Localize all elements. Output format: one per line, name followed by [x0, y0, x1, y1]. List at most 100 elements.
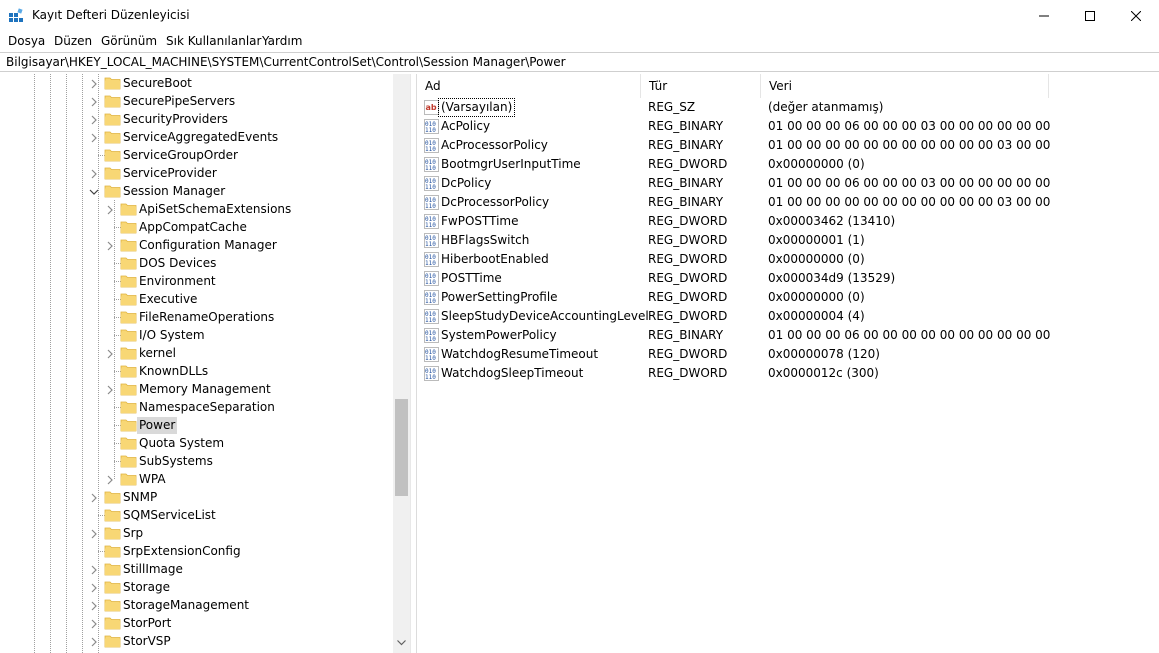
tree-item[interactable]: AppCompatCache: [0, 218, 393, 236]
tree-item[interactable]: Configuration Manager: [0, 236, 393, 254]
value-name[interactable]: BootmgrUserInputTime: [439, 156, 583, 173]
tree-item-label[interactable]: StorPort: [121, 615, 173, 632]
tree-item-label[interactable]: Srp: [121, 525, 145, 542]
tree-item-label[interactable]: Power: [137, 417, 178, 434]
tree-item[interactable]: StorageManagement: [0, 596, 393, 614]
column-header-type[interactable]: Tür: [641, 74, 761, 98]
tree-item[interactable]: SNMP: [0, 488, 393, 506]
value-row[interactable]: 010 110 DcPolicy REG_BINARY 01 00 00 00 06 0…: [417, 174, 1159, 193]
value-name[interactable]: HBFlagsSwitch: [439, 232, 531, 249]
tree-item-label[interactable]: SQMServiceList: [121, 507, 218, 524]
tree-item-label[interactable]: ServiceProvider: [121, 165, 219, 182]
chevron-right-icon[interactable]: [89, 582, 99, 593]
tree-item-label[interactable]: Configuration Manager: [137, 237, 279, 254]
tree-item-label[interactable]: WPA: [137, 471, 168, 488]
tree-scrollbar[interactable]: [393, 74, 410, 653]
tree-item-label[interactable]: Environment: [137, 273, 218, 290]
tree-item-label[interactable]: DOS Devices: [137, 255, 218, 272]
tree-item-label[interactable]: Storage: [121, 579, 172, 596]
value-name[interactable]: PowerSettingProfile: [439, 289, 560, 306]
tree-item[interactable]: ServiceAggregatedEvents: [0, 128, 393, 146]
column-header-name[interactable]: Ad: [417, 74, 641, 98]
chevron-right-icon[interactable]: [89, 132, 99, 143]
tree-item[interactable]: Storage: [0, 578, 393, 596]
key-tree-pane[interactable]: SecureBoot SecurePipeServers SecurityProvi…: [0, 74, 410, 653]
value-row[interactable]: 010 110 PowerSettingProfile REG_DWORD 0x0000…: [417, 288, 1159, 307]
tree-item-label[interactable]: NamespaceSeparation: [137, 399, 277, 416]
chevron-right-icon[interactable]: [105, 204, 115, 215]
tree-item-label[interactable]: I/O System: [137, 327, 207, 344]
tree-item[interactable]: ServiceGroupOrder: [0, 146, 393, 164]
tree-item-label[interactable]: SubSystems: [137, 453, 215, 470]
value-name[interactable]: WatchdogResumeTimeout: [439, 346, 600, 363]
tree-item-label[interactable]: Memory Management: [137, 381, 273, 398]
chevron-right-icon[interactable]: [89, 528, 99, 539]
tree-item-label[interactable]: ServiceAggregatedEvents: [121, 129, 280, 146]
value-row[interactable]: 010 110 AcPolicy REG_BINARY 01 00 00 00 06 0…: [417, 117, 1159, 136]
tree-item[interactable]: kernel: [0, 344, 393, 362]
value-name[interactable]: AcPolicy: [439, 118, 492, 135]
value-name[interactable]: POSTTime: [439, 270, 504, 287]
value-row[interactable]: 010 110 HBFlagsSwitch REG_DWORD 0x00000001 (…: [417, 231, 1159, 250]
value-row[interactable]: 010 110 SystemPowerPolicy REG_BINARY 01 00 0…: [417, 326, 1159, 345]
value-name[interactable]: SystemPowerPolicy: [439, 327, 559, 344]
tree-item[interactable]: FileRenameOperations: [0, 308, 393, 326]
value-name[interactable]: DcProcessorPolicy: [439, 194, 551, 211]
close-button[interactable]: [1113, 0, 1159, 31]
tree-item[interactable]: Memory Management: [0, 380, 393, 398]
chevron-right-icon[interactable]: [89, 96, 99, 107]
tree-item[interactable]: StorPort: [0, 614, 393, 632]
menu-dosya[interactable]: Dosya: [8, 34, 45, 48]
menu-yardim[interactable]: Yardım: [262, 34, 302, 48]
tree-item[interactable]: Quota System: [0, 434, 393, 452]
tree-item-label[interactable]: FileRenameOperations: [137, 309, 276, 326]
tree-item[interactable]: SecurePipeServers: [0, 92, 393, 110]
value-row[interactable]: 010 110 BootmgrUserInputTime REG_DWORD 0x000…: [417, 155, 1159, 174]
value-name[interactable]: DcPolicy: [439, 175, 493, 192]
tree-item[interactable]: Environment: [0, 272, 393, 290]
chevron-right-icon[interactable]: [89, 636, 99, 647]
tree-item[interactable]: StillImage: [0, 560, 393, 578]
value-row[interactable]: 010 110 AcProcessorPolicy REG_BINARY 01 00 0…: [417, 136, 1159, 155]
values-pane[interactable]: Ad Tür Veri ab (Varsayılan) REG_SZ (değer a…: [416, 74, 1159, 653]
menu-gorunum[interactable]: Görünüm: [101, 34, 157, 48]
value-row[interactable]: 010 110 DcProcessorPolicy REG_BINARY 01 00 0…: [417, 193, 1159, 212]
tree-item-label[interactable]: AppCompatCache: [137, 219, 249, 236]
tree-item-label[interactable]: SecureBoot: [121, 75, 194, 92]
tree-item[interactable]: NamespaceSeparation: [0, 398, 393, 416]
chevron-right-icon[interactable]: [105, 240, 115, 251]
chevron-right-icon[interactable]: [89, 618, 99, 629]
value-row[interactable]: 010 110 SleepStudyDeviceAccountingLevel REG…: [417, 307, 1159, 326]
value-name[interactable]: SleepStudyDeviceAccountingLevel: [439, 308, 651, 325]
tree-item[interactable]: SubSystems: [0, 452, 393, 470]
value-row[interactable]: 010 110 FwPOSTTime REG_DWORD 0x00003462 (134…: [417, 212, 1159, 231]
tree-item[interactable]: SrpExtensionConfig: [0, 542, 393, 560]
chevron-right-icon[interactable]: [89, 78, 99, 89]
tree-scrollbar-thumb[interactable]: [395, 399, 408, 496]
tree-item-label[interactable]: ApiSetSchemaExtensions: [137, 201, 293, 218]
value-row[interactable]: 010 110 WatchdogResumeTimeout REG_DWORD 0x00…: [417, 345, 1159, 364]
address-bar[interactable]: Bilgisayar\HKEY_LOCAL_MACHINE\SYSTEM\Cur…: [0, 52, 1159, 72]
tree-item-label[interactable]: KnownDLLs: [137, 363, 210, 380]
maximize-button[interactable]: [1067, 0, 1113, 31]
chevron-right-icon[interactable]: [89, 492, 99, 503]
tree-item[interactable]: Session Manager: [0, 182, 393, 200]
tree-item-label[interactable]: StorageManagement: [121, 597, 251, 614]
column-header-data[interactable]: Veri: [761, 74, 1049, 98]
tree-item-label[interactable]: Quota System: [137, 435, 226, 452]
tree-item[interactable]: I/O System: [0, 326, 393, 344]
value-row[interactable]: 010 110 HiberbootEnabled REG_DWORD 0x0000000…: [417, 250, 1159, 269]
tree-item-label[interactable]: StillImage: [121, 561, 185, 578]
chevron-right-icon[interactable]: [89, 114, 99, 125]
tree-item-label[interactable]: StorVSP: [121, 633, 173, 650]
tree-item[interactable]: WPA: [0, 470, 393, 488]
chevron-right-icon[interactable]: [89, 168, 99, 179]
tree-item[interactable]: ApiSetSchemaExtensions: [0, 200, 393, 218]
menu-duzen[interactable]: Düzen: [54, 34, 92, 48]
tree-item-label[interactable]: Executive: [137, 291, 199, 308]
tree-item-label[interactable]: SNMP: [121, 489, 159, 506]
value-name[interactable]: FwPOSTTime: [439, 213, 521, 230]
tree-item-label[interactable]: SecurityProviders: [121, 111, 230, 128]
tree-item[interactable]: Srp: [0, 524, 393, 542]
tree-item-label[interactable]: SecurePipeServers: [121, 93, 237, 110]
